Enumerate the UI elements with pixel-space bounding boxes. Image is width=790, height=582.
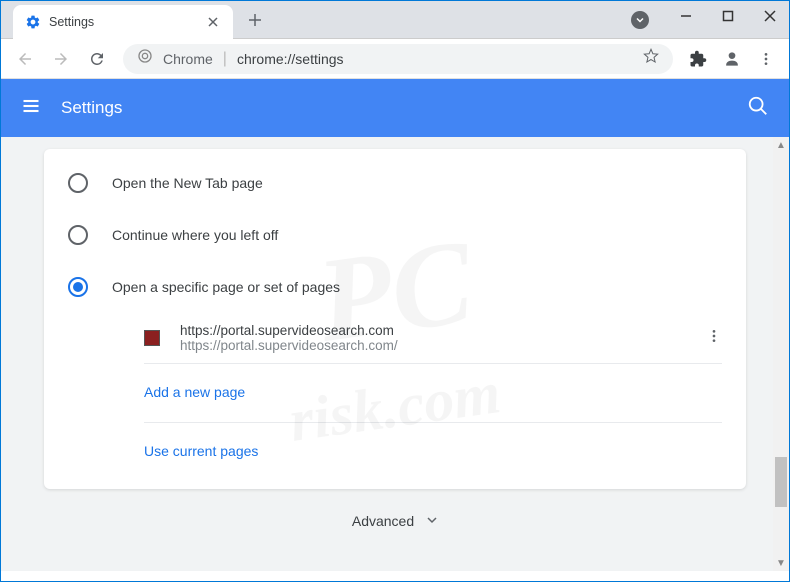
address-bar: Chrome | chrome://settings	[1, 39, 789, 79]
omnibox-prefix: Chrome	[163, 51, 213, 67]
scroll-down-icon[interactable]: ▼	[773, 555, 789, 571]
close-button[interactable]	[763, 9, 777, 23]
search-icon[interactable]	[747, 95, 769, 122]
use-current-link: Use current pages	[144, 443, 258, 459]
radio-option-specific[interactable]: Open a specific page or set of pages	[44, 261, 746, 313]
radio-option-continue[interactable]: Continue where you left off	[44, 209, 746, 261]
reload-button[interactable]	[81, 43, 113, 75]
radio-label: Open a specific page or set of pages	[112, 279, 340, 295]
radio-icon	[68, 277, 88, 297]
minimize-button[interactable]	[679, 9, 693, 23]
more-icon[interactable]	[706, 328, 722, 349]
omnibox-url: chrome://settings	[237, 51, 344, 67]
add-page-link: Add a new page	[144, 384, 245, 400]
chrome-icon	[137, 48, 153, 69]
page-title: Settings	[61, 98, 122, 118]
radio-label: Open the New Tab page	[112, 175, 263, 191]
radio-option-new-tab[interactable]: Open the New Tab page	[44, 157, 746, 209]
hamburger-icon[interactable]	[21, 96, 41, 121]
omnibox-separator: |	[223, 50, 227, 68]
favicon	[144, 330, 160, 346]
tabs-row: Settings	[1, 1, 789, 39]
advanced-label: Advanced	[352, 513, 414, 529]
gear-icon	[25, 14, 41, 30]
scroll-up-icon[interactable]: ▲	[773, 137, 789, 153]
close-icon[interactable]	[207, 15, 221, 29]
tab-title: Settings	[49, 15, 199, 29]
content-area: Open the New Tab page Continue where you…	[1, 137, 789, 571]
back-button[interactable]	[9, 43, 41, 75]
profile-icon[interactable]	[717, 44, 747, 74]
advanced-toggle[interactable]: Advanced	[1, 489, 789, 553]
forward-button[interactable]	[45, 43, 77, 75]
radio-icon	[68, 225, 88, 245]
chevron-down-icon	[426, 513, 438, 529]
radio-label: Continue where you left off	[112, 227, 278, 243]
extensions-icon[interactable]	[683, 44, 713, 74]
menu-icon[interactable]	[751, 44, 781, 74]
new-tab-button[interactable]	[243, 8, 267, 32]
scrollbar-thumb[interactable]	[775, 457, 787, 507]
tab-settings[interactable]: Settings	[13, 5, 233, 39]
startup-page-entry: https://portal.supervideosearch.com http…	[44, 313, 746, 363]
use-current-row[interactable]: Use current pages	[44, 423, 746, 481]
page-entry-title: https://portal.supervideosearch.com	[180, 323, 686, 338]
maximize-button[interactable]	[721, 9, 735, 23]
scrollbar[interactable]: ▲ ▼	[773, 137, 789, 571]
bookmark-icon[interactable]	[643, 48, 659, 69]
chevron-down-icon[interactable]	[631, 11, 649, 29]
settings-header: Settings	[1, 79, 789, 137]
page-entry-url: https://portal.supervideosearch.com/	[180, 338, 686, 353]
radio-icon	[68, 173, 88, 193]
startup-card: Open the New Tab page Continue where you…	[44, 149, 746, 489]
add-page-row[interactable]: Add a new page	[44, 364, 746, 422]
omnibox[interactable]: Chrome | chrome://settings	[123, 44, 673, 74]
